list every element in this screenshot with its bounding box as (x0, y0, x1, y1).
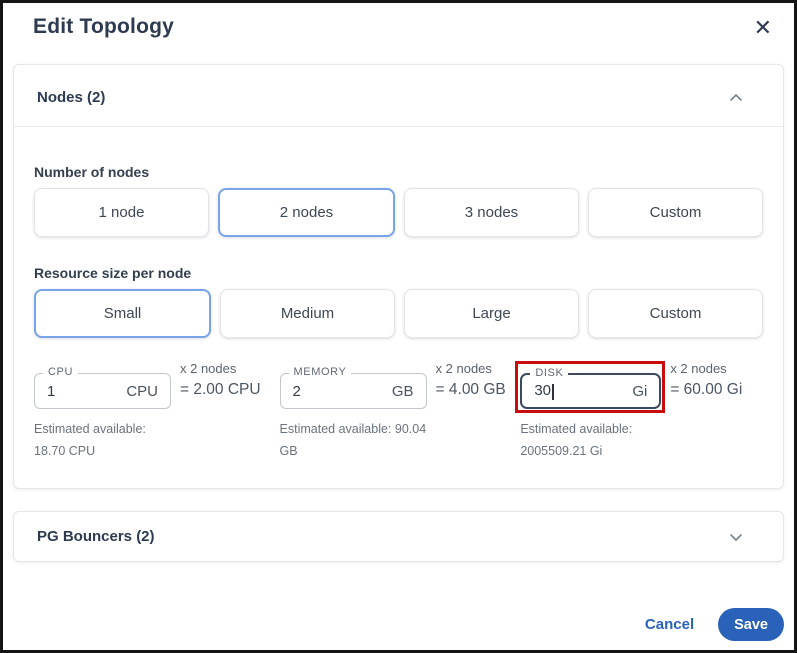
resource-inputs-row: CPU 1 CPU x 2 nodes = 2.00 CPU Estimated… (34, 360, 763, 462)
cancel-button[interactable]: Cancel (645, 616, 694, 633)
disk-total: = 60.00 Gi (670, 381, 743, 398)
cpu-input-unit: CPU (126, 382, 158, 400)
nodes-section-header[interactable]: Nodes (2) (14, 65, 783, 127)
disk-input-unit: Gi (632, 382, 648, 400)
save-button[interactable]: Save (718, 608, 784, 641)
close-icon[interactable]: ✕ (750, 15, 776, 41)
dialog-title: Edit Topology (33, 15, 175, 38)
cpu-resource-column: CPU 1 CPU x 2 nodes = 2.00 CPU Estimated… (34, 360, 280, 462)
cpu-total: = 2.00 CPU (180, 381, 261, 398)
memory-resource-column: MEMORY 2 GB x 2 nodes = 4.00 GB Estimate… (279, 360, 521, 462)
cpu-multiplier-label: x 2 nodes (180, 361, 237, 376)
memory-input-value: 2 (292, 382, 301, 400)
memory-input-label: MEMORY (288, 366, 352, 378)
disk-input-value: 30 (534, 382, 554, 400)
cpu-input-label: CPU (43, 366, 79, 378)
disk-multiplier-label: x 2 nodes (670, 361, 727, 376)
text-cursor (552, 383, 554, 400)
memory-multiplier: x 2 nodes = 4.00 GB (436, 360, 506, 399)
number-of-nodes-label: Number of nodes (34, 164, 150, 180)
memory-estimated-available: Estimated available: 90.04 GB (279, 422, 427, 458)
option-1-node[interactable]: 1 node (34, 188, 209, 237)
pg-bouncers-title: PG Bouncers (2) (37, 528, 155, 545)
pg-bouncers-header[interactable]: PG Bouncers (2) (14, 512, 783, 561)
option-size-medium[interactable]: Medium (220, 289, 395, 338)
memory-total: = 4.00 GB (435, 381, 506, 398)
option-3-nodes[interactable]: 3 nodes (404, 188, 579, 237)
nodes-section-title: Nodes (2) (37, 89, 106, 106)
option-size-large[interactable]: Large (404, 289, 579, 338)
nodes-section: Nodes (2) Number of nodes 1 node 2 nodes… (13, 64, 784, 489)
cpu-multiplier: x 2 nodes = 2.00 CPU (180, 360, 261, 399)
memory-input-unit: GB (391, 382, 414, 400)
resource-size-options: Small Medium Large Custom (34, 289, 763, 338)
dialog-header: Edit Topology ✕ (3, 3, 794, 41)
option-size-small[interactable]: Small (34, 289, 211, 338)
pg-bouncers-section: PG Bouncers (2) (13, 511, 784, 562)
edit-topology-dialog: Edit Topology ✕ Nodes (2) Number of node… (0, 0, 797, 653)
option-custom-nodes[interactable]: Custom (588, 188, 763, 237)
node-count-options: 1 node 2 nodes 3 nodes Custom (34, 188, 763, 237)
memory-input[interactable]: MEMORY 2 GB (279, 366, 427, 409)
disk-multiplier: x 2 nodes = 60.00 Gi (670, 360, 742, 399)
option-2-nodes[interactable]: 2 nodes (218, 188, 395, 237)
nodes-section-body: Number of nodes 1 node 2 nodes 3 nodes C… (14, 164, 783, 488)
dialog-footer: Cancel Save (645, 608, 784, 641)
cpu-input[interactable]: CPU 1 CPU (34, 366, 171, 409)
option-size-custom[interactable]: Custom (588, 289, 763, 338)
cpu-input-value: 1 (47, 382, 56, 400)
resource-size-label: Resource size per node (34, 265, 192, 281)
disk-input[interactable]: DISK 30 Gi (515, 361, 666, 413)
disk-input-label: DISK (530, 367, 569, 379)
disk-estimated-available: Estimated available: 2005509.21 Gi (520, 422, 633, 458)
memory-multiplier-label: x 2 nodes (435, 361, 492, 376)
chevron-down-icon[interactable] (729, 530, 743, 544)
chevron-up-icon[interactable] (729, 91, 743, 105)
cpu-estimated-available: Estimated available: 18.70 CPU (34, 422, 146, 458)
disk-resource-column: DISK 30 Gi x 2 nodes = 60.00 Gi Estimate… (515, 360, 763, 462)
